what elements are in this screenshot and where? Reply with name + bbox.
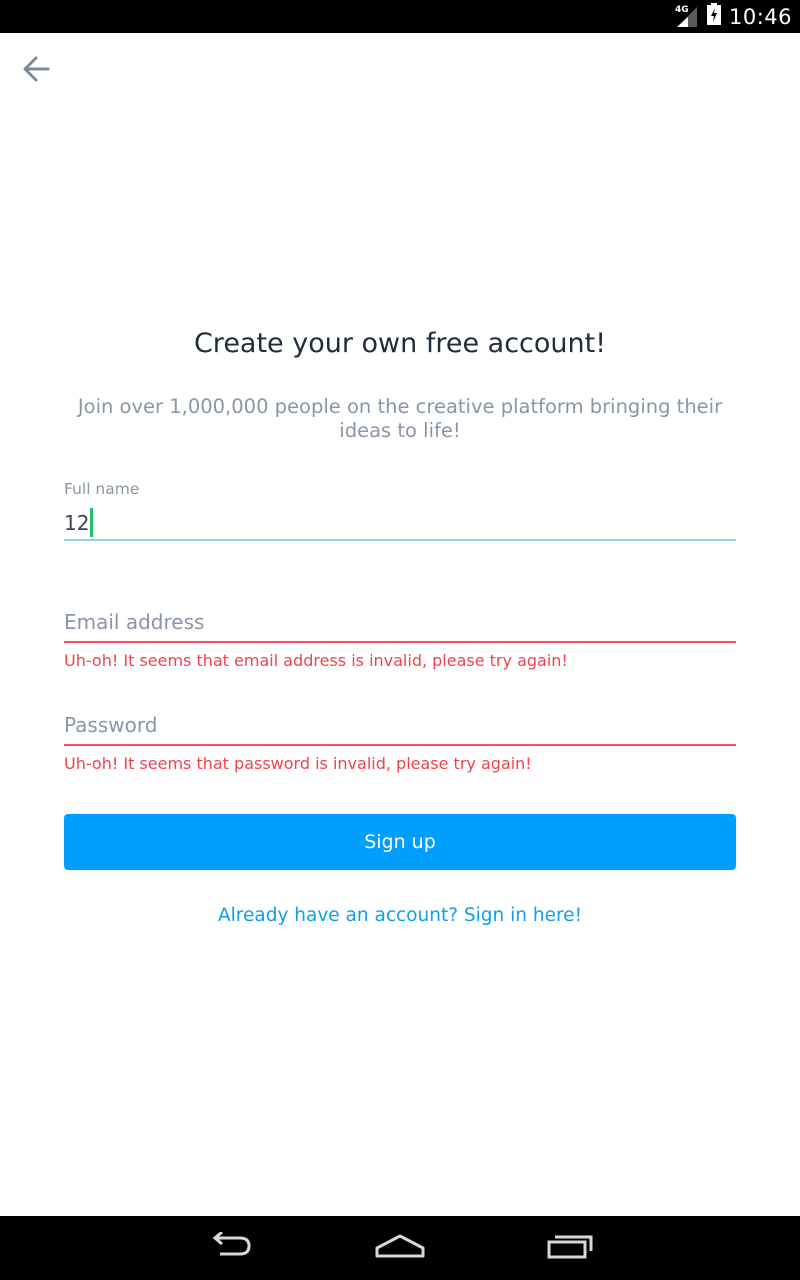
- nav-recents-button[interactable]: [530, 1228, 610, 1268]
- email-input[interactable]: Email address: [64, 610, 736, 644]
- sign-in-link[interactable]: Already have an account? Sign in here!: [0, 905, 800, 926]
- page-subtitle: Join over 1,000,000 people on the creati…: [77, 395, 723, 442]
- text-cursor: [90, 508, 94, 537]
- password-error-message: Uh-oh! It seems that password is invalid…: [64, 754, 532, 773]
- navigation-bar: [0, 1216, 800, 1280]
- battery-icon: [706, 3, 721, 30]
- full-name-label: Full name: [64, 480, 140, 498]
- email-error-message: Uh-oh! It seems that email address is in…: [64, 651, 568, 670]
- network-type: 4G: [674, 4, 689, 15]
- signup-screen: Create your own free account! Join over …: [0, 33, 800, 1216]
- home-nav-icon: [374, 1232, 426, 1265]
- full-name-input[interactable]: 12: [64, 504, 736, 538]
- full-name-field[interactable]: Full name 12: [64, 480, 736, 541]
- status-indicators: 4G 10:46: [675, 0, 792, 33]
- arrow-left-icon: [21, 54, 51, 89]
- status-time: 10:46: [728, 4, 792, 29]
- nav-home-button[interactable]: [360, 1228, 440, 1268]
- page-title: Create your own free account!: [193, 328, 607, 359]
- email-field[interactable]: Email address Uh-oh! It seems that email…: [64, 610, 736, 670]
- status-bar: 4G 10:46: [0, 0, 800, 33]
- recents-nav-icon: [546, 1232, 594, 1265]
- email-placeholder: Email address: [64, 610, 205, 634]
- email-underline: [64, 641, 736, 643]
- password-underline: [64, 744, 736, 746]
- back-nav-icon: [206, 1230, 254, 1265]
- signal-icon: 4G: [674, 4, 699, 28]
- sign-up-button[interactable]: Sign up: [64, 814, 736, 870]
- password-placeholder: Password: [64, 713, 158, 737]
- full-name-underline: [64, 539, 736, 541]
- password-input[interactable]: Password: [64, 713, 736, 747]
- full-name-value: 12: [64, 510, 90, 535]
- nav-back-button[interactable]: [190, 1228, 270, 1268]
- back-button[interactable]: [14, 49, 58, 93]
- password-field[interactable]: Password Uh-oh! It seems that password i…: [64, 713, 736, 773]
